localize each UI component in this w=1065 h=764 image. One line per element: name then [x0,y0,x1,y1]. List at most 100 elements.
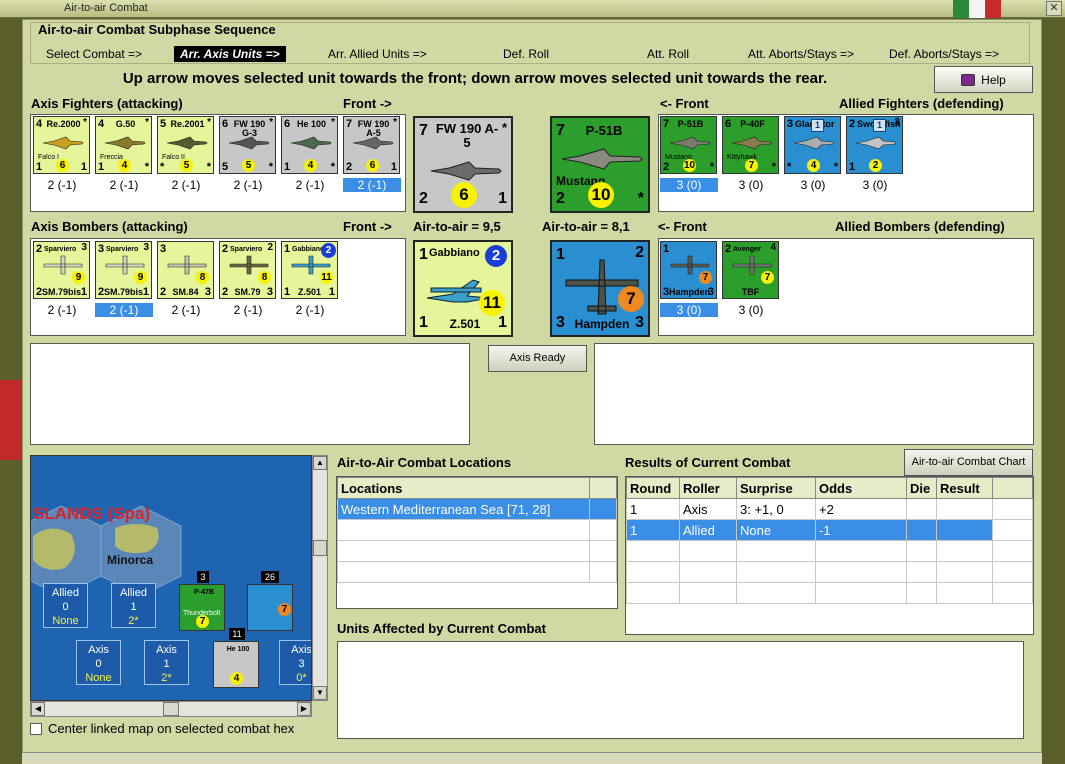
map-box-side: Axis [88,644,109,656]
counter-range: 4 [118,159,131,172]
allied-fighter-front-counter[interactable]: 7 P-51B Mustang 2 10 * [550,116,650,213]
unit-value[interactable]: 2 (-1) [281,303,339,317]
counter-range: 9 [72,271,85,284]
counter-name: Sparviero [230,246,263,253]
map-box-v1: 1 [163,658,170,670]
cell-round: 1 [626,519,680,541]
unit-value[interactable]: 2 (-1) [157,178,215,192]
unit-counter[interactable]: 23Swordfish121 [846,116,903,174]
counter-subname: TBF [741,287,760,297]
axis-ready-button[interactable]: Axis Ready [488,345,587,372]
unit-value[interactable]: 3 (0) [660,303,718,317]
table-row[interactable]: 1 Allied None -1 [626,519,1033,541]
counter-range: 7 [196,615,209,628]
map-box-axis-1[interactable]: Axis 1 2* [144,640,189,685]
unit-value[interactable]: 2 (-1) [157,303,215,317]
allied-fighters-header: Allied Fighters (defending) [839,96,1004,111]
unit-counter[interactable]: 4 * G.50 Freccia 1 * 4 [95,116,152,174]
unit-value[interactable]: 3 (0) [660,178,718,192]
linked-map[interactable]: SLANDS (Spa) Minorca Allied 0 None Allied 1… [30,455,312,701]
combat-chart-button[interactable]: Air-to-air Combat Chart [904,449,1033,476]
counter-attack: 7 [346,118,353,130]
map-horizontal-scrollbar[interactable]: ◀ ▶ [30,701,312,717]
location-cell: Western Mediterranean Sea [71, 28] [337,498,590,520]
counter-name: Sparviero [106,246,139,253]
counter-bottom-right: 1 [390,161,397,173]
counter-range: 10 [588,182,614,208]
cell-odds: +2 [815,498,907,520]
counter-attack: 2 [849,118,856,130]
unit-value[interactable]: 3 (0) [722,178,780,192]
unit-counter[interactable]: 7 * FW 190 A-5 2 1 6 [343,116,400,174]
axis-bomber-front-counter[interactable]: 1 Gabbiano 2 11 1 Z.501 1 [413,240,513,337]
map-vertical-scrollbar[interactable]: ▲ ▼ [312,455,328,701]
map-box-allied-0[interactable]: Allied 0 None [43,583,88,628]
unit-counter[interactable]: 7 P-51B Mustang 2 * 10 [660,116,717,174]
map-box-axis-0[interactable]: Axis 0 None [76,640,121,685]
map-stack-p47b[interactable]: P-47B Thunderbolt 7 [179,584,225,631]
unit-counter[interactable]: 3Gladiator**41 [784,116,841,174]
help-button[interactable]: Help [934,66,1033,93]
map-box-v2: 2* [161,672,172,684]
unit-counter[interactable]: 6 * FW 190 G-3 5 * 5 [219,116,276,174]
locations-table[interactable]: Locations Western Mediterranean Sea [71,… [336,476,618,609]
unit-counter[interactable]: 3 3 Sparviero SM.79bis 2 1 9 [95,241,152,299]
unit-counter[interactable]: 2 2 Sparviero SM.79 2 3 8 [219,241,276,299]
affected-units-list[interactable] [337,641,1024,739]
counter-defense: 1 [98,161,105,173]
unit-counter[interactable]: 4 * Re.2000 Falco I116 [33,116,90,174]
axis-units-list[interactable] [30,343,470,445]
map-box-axis-2[interactable]: Axis 3 0* [279,640,311,685]
results-table[interactable]: Round Roller Surprise Odds Die Result 1 … [625,476,1034,635]
unit-value[interactable]: 3 (0) [722,303,780,317]
counter-defense: 1 [284,161,291,173]
unit-counter[interactable]: 1 Hampden 3 3 7 [660,241,717,299]
unit-counter[interactable]: 2 3 Sparviero SM.79bis 2 1 9 [33,241,90,299]
unit-value[interactable]: 2 (-1) [343,178,401,192]
unit-value[interactable]: 2 (-1) [33,178,91,192]
unit-value[interactable]: 2 (-1) [219,303,277,317]
fighter-plane-icon [352,136,394,150]
close-button[interactable]: ✕ [1046,1,1062,16]
scroll-thumb[interactable] [163,702,179,716]
counter-bottom-right: 1 [328,286,335,298]
counter-square: 1 [811,119,824,132]
counter-attack: 3 [787,118,794,130]
map-stack-he100[interactable]: He 100 4 [213,641,259,688]
unit-counter[interactable]: 2 4 Avenger TBF 7 [722,241,779,299]
unit-counter[interactable]: 5 * Re.2001 Falco II * * 5 [157,116,214,174]
axis-fighter-front-counter[interactable]: 7 FW 190 A-5 * 2 6 1 [413,116,513,213]
background-map-edge [0,380,22,460]
counter-range: 9 [134,271,147,284]
unit-value[interactable]: 3 (0) [846,178,904,192]
unit-counter[interactable]: 6 P-40F Kittyhawk * 7 [722,116,779,174]
scroll-right-icon[interactable]: ▶ [297,702,311,716]
map-box-allied-1[interactable]: Allied 1 2* [111,583,156,628]
counter-bottom-right: * [268,161,273,173]
unit-value[interactable]: 2 (-1) [281,178,339,192]
unit-counter[interactable]: 6 * He 100 1 * 4 [281,116,338,174]
center-map-checkbox[interactable]: Center linked map on selected combat hex [30,721,294,736]
checkbox-icon[interactable] [30,722,42,735]
allied-units-list[interactable] [594,343,1034,445]
unit-counter[interactable]: 1 Gabbiano Z.501 1 1 11 2 [281,241,338,299]
location-row[interactable]: Western Mediterranean Sea [71, 28] [337,498,617,520]
allied-bomber-front-counter[interactable]: 1 2 7 3 Hampden 3 [550,240,650,337]
scroll-up-icon[interactable]: ▲ [313,456,327,470]
scroll-down-icon[interactable]: ▼ [313,686,327,700]
col-surprise: Surprise [736,477,816,499]
scroll-left-icon[interactable]: ◀ [31,702,45,716]
unit-value[interactable]: 2 (-1) [95,178,153,192]
table-row[interactable]: 1 Axis 3: +1, 0 +2 [626,498,1033,520]
unit-value[interactable]: 2 (-1) [95,303,153,317]
unit-counter[interactable]: 3 SM.84 2 3 8 [157,241,214,299]
map-box-v2: None [52,615,79,627]
unit-value[interactable]: 2 (-1) [219,178,277,192]
unit-value[interactable]: 2 (-1) [33,303,91,317]
counter-bottom-right: 3 [635,314,644,331]
fighter-plane-icon [104,136,146,150]
counter-name: Re.2001 [170,119,205,129]
scroll-thumb[interactable] [313,540,327,556]
unit-value[interactable]: 3 (0) [784,178,842,192]
map-stack-hampden[interactable]: 7 [247,584,293,631]
